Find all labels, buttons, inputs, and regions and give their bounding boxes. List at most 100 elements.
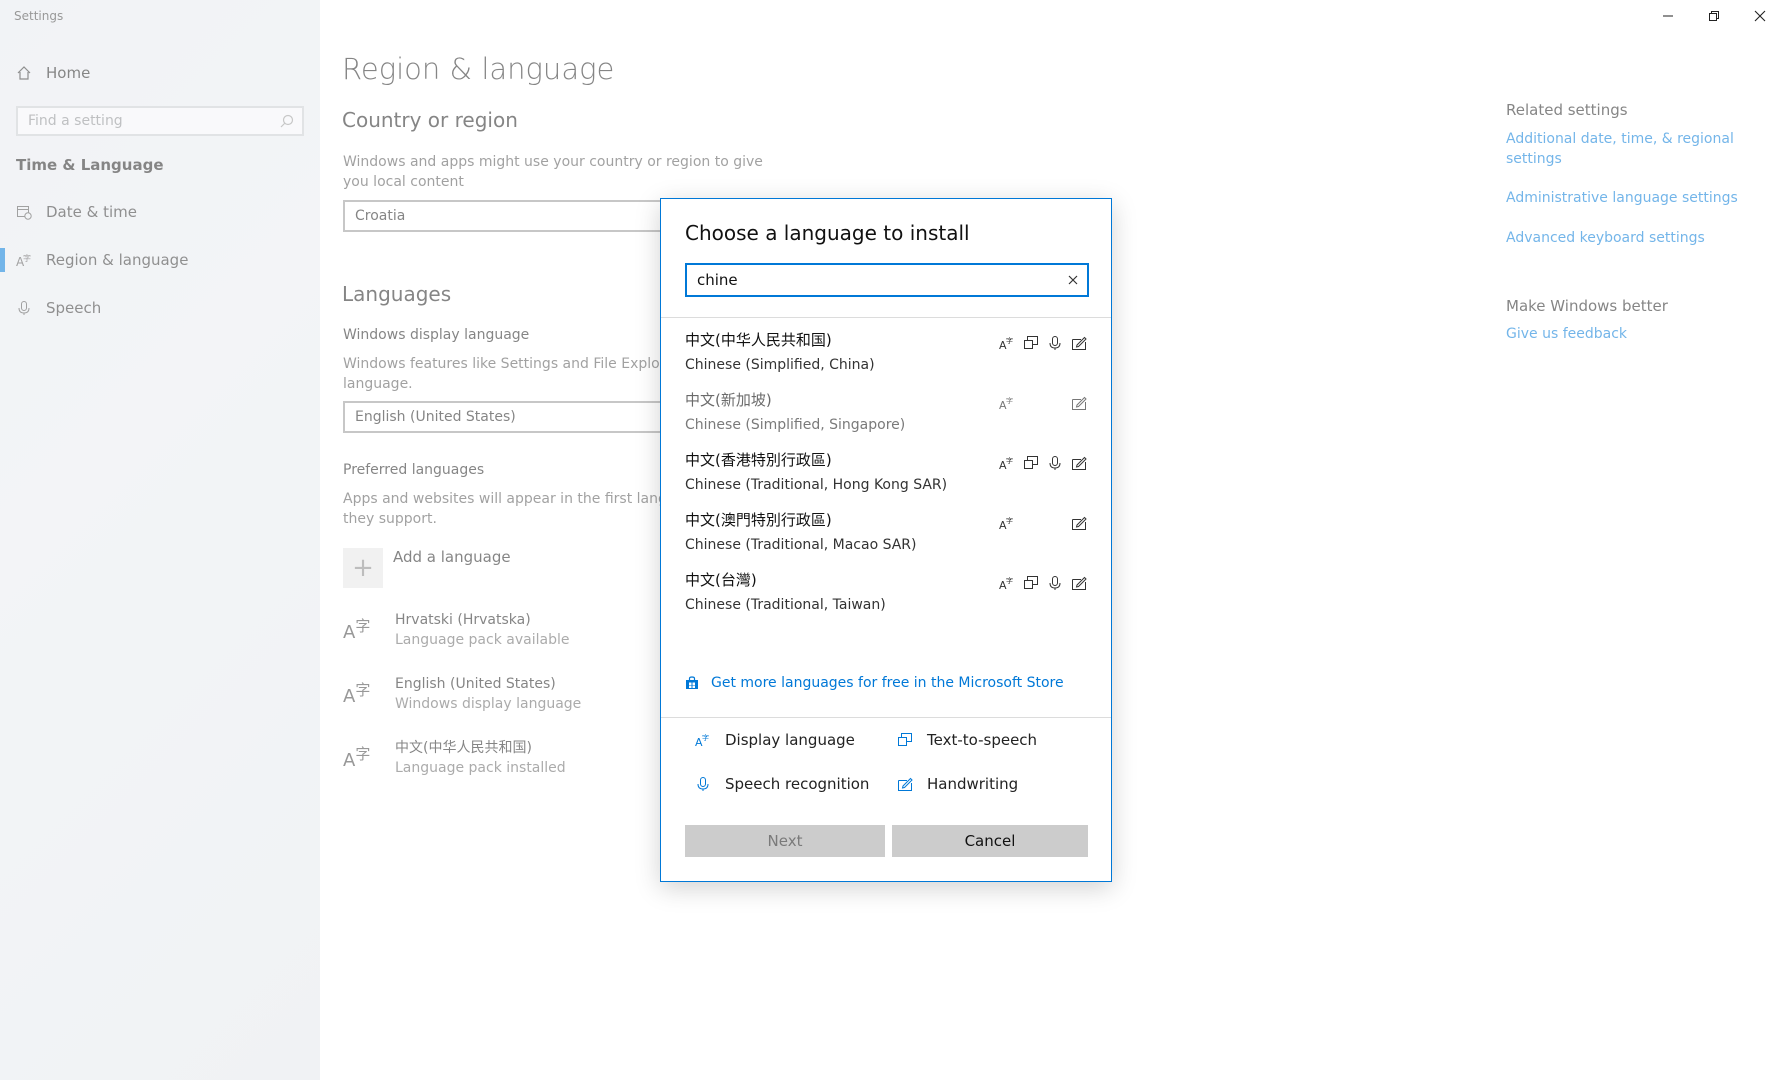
speech-recognition-icon [1047, 455, 1063, 471]
language-result-zh-mo[interactable]: 中文(澳門特別行政區) Chinese (Traditional, Macao … [685, 509, 1089, 569]
nav-home-label: Home [46, 64, 91, 82]
speech-recognition-icon [1047, 575, 1063, 591]
speech-recognition-icon [697, 777, 709, 791]
close-icon [1754, 10, 1766, 22]
related-link-keyboard[interactable]: Advanced keyboard settings [1506, 228, 1746, 248]
language-name: 中文(中华人民共和国) [395, 740, 532, 756]
find-setting-input[interactable] [28, 113, 268, 129]
legend-handwriting: Handwriting [897, 775, 1018, 793]
language-icon: A字 [343, 681, 371, 707]
dialog-divider [661, 317, 1111, 318]
language-icon: A字 [343, 617, 371, 643]
language-status: Language pack available [395, 632, 570, 648]
svg-text:字: 字 [1006, 576, 1013, 585]
store-link-label: Get more languages for free in the Micro… [711, 675, 1064, 691]
language-result-zh-cn[interactable]: 中文(中华人民共和国) Chinese (Simplified, China) … [685, 329, 1089, 389]
display-language-label: Windows display language [343, 327, 530, 343]
make-windows-better-heading: Make Windows better [1506, 297, 1668, 315]
capability-icons: A字 [999, 455, 1087, 471]
display-language-icon: A字 [999, 575, 1015, 591]
language-native-name: 中文(澳門特別行政區) [685, 511, 832, 529]
app-title: Settings [14, 9, 64, 23]
language-icon: A字 [343, 745, 371, 771]
language-entry[interactable]: A字 Hrvatski (Hrvatska) Language pack ava… [343, 610, 569, 650]
minimize-icon [1663, 15, 1673, 17]
languages-heading: Languages [342, 282, 452, 306]
display-language-icon: A字 [695, 733, 709, 748]
preferred-languages-label: Preferred languages [343, 462, 485, 478]
minimize-button[interactable] [1648, 4, 1688, 28]
legend-label: Handwriting [927, 775, 1019, 793]
language-entry[interactable]: A字 中文(中华人民共和国) Language pack installed [343, 738, 566, 778]
svg-text:字: 字 [23, 253, 31, 263]
add-language-label: Add a language [393, 548, 511, 566]
language-native-name: 中文(新加坡) [685, 391, 772, 409]
handwriting-icon [898, 777, 913, 791]
find-setting-search[interactable] [16, 106, 304, 136]
text-to-speech-icon [1023, 455, 1039, 471]
display-language-icon: A字 [999, 515, 1015, 531]
country-dropdown-value: Croatia [355, 208, 406, 224]
legend-label: Display language [725, 731, 855, 749]
calendar-clock-icon [17, 206, 32, 220]
language-native-name: 中文(台灣) [685, 571, 757, 589]
language-english-name: Chinese (Simplified, Singapore) [685, 417, 906, 433]
language-name: Hrvatski (Hrvatska) [395, 612, 531, 628]
language-english-name: Chinese (Simplified, China) [685, 357, 875, 373]
language-search-box[interactable] [685, 263, 1089, 297]
language-icon: A字 [16, 253, 31, 268]
sidebar-item-speech[interactable]: Speech [16, 296, 101, 320]
nav-home[interactable]: Home [16, 62, 90, 84]
language-status: Language pack installed [395, 760, 566, 776]
handwriting-icon [1071, 455, 1087, 471]
next-button[interactable]: Next [685, 825, 885, 857]
related-settings-heading: Related settings [1506, 101, 1628, 119]
sidebar-item-date-time[interactable]: Date & time [16, 200, 137, 224]
handwriting-icon [1071, 575, 1087, 591]
svg-text:字: 字 [1006, 456, 1013, 465]
sidebar-item-label: Speech [46, 299, 102, 317]
language-search-input[interactable] [697, 271, 1037, 289]
legend-display-language: A字 Display language [695, 731, 855, 749]
plus-icon: + [343, 548, 383, 588]
search-icon[interactable] [280, 114, 294, 128]
dialog-title: Choose a language to install [685, 221, 970, 245]
home-icon [17, 66, 31, 80]
capability-icons: A字 [999, 515, 1087, 531]
microsoft-store-link[interactable]: Get more languages for free in the Micro… [685, 675, 1064, 691]
language-english-name: Chinese (Traditional, Hong Kong SAR) [685, 477, 948, 493]
display-language-icon: A字 [999, 455, 1015, 471]
language-english-name: Chinese (Traditional, Macao SAR) [685, 537, 917, 553]
give-feedback-link[interactable]: Give us feedback [1506, 324, 1746, 344]
display-language-icon: A字 [999, 335, 1015, 351]
sidebar-item-label: Region & language [46, 251, 189, 269]
legend-label: Speech recognition [725, 775, 870, 793]
handwriting-icon [1071, 335, 1087, 351]
microphone-icon [18, 301, 30, 315]
section-heading: Time & Language [16, 156, 164, 174]
related-link-date-time[interactable]: Additional date, time, & regional settin… [1506, 129, 1746, 169]
language-result-zh-sg[interactable]: 中文(新加坡) Chinese (Simplified, Singapore) … [685, 389, 1089, 449]
sidebar: Settings Home Time & Language Date & tim… [0, 0, 320, 1080]
clear-search-icon[interactable] [1067, 274, 1079, 286]
legend-text-to-speech: Text-to-speech [897, 731, 1037, 749]
language-english-name: Chinese (Traditional, Taiwan) [685, 597, 886, 613]
sidebar-item-region-language[interactable]: A字 Region & language [0, 248, 189, 272]
capability-icons: A字 [999, 575, 1087, 591]
restore-button[interactable] [1694, 4, 1734, 28]
related-link-admin-language[interactable]: Administrative language settings [1506, 188, 1766, 208]
language-name: English (United States) [395, 676, 556, 692]
language-result-zh-tw[interactable]: 中文(台灣) Chinese (Traditional, Taiwan) A字 [685, 569, 1089, 629]
restore-icon [1709, 11, 1719, 21]
country-description: Windows and apps might use your country … [343, 154, 763, 190]
cancel-button[interactable]: Cancel [892, 825, 1088, 857]
language-result-zh-hk[interactable]: 中文(香港特別行政區) Chinese (Traditional, Hong K… [685, 449, 1089, 509]
capability-icons: A字 [999, 395, 1087, 411]
close-window-button[interactable] [1740, 4, 1774, 28]
store-icon [686, 676, 698, 689]
svg-text:字: 字 [1006, 396, 1013, 405]
svg-text:字: 字 [702, 733, 709, 742]
add-language-button[interactable]: + Add a language [343, 548, 511, 588]
display-language-value: English (United States) [355, 409, 516, 425]
language-entry[interactable]: A字 English (United States) Windows displ… [343, 674, 581, 714]
